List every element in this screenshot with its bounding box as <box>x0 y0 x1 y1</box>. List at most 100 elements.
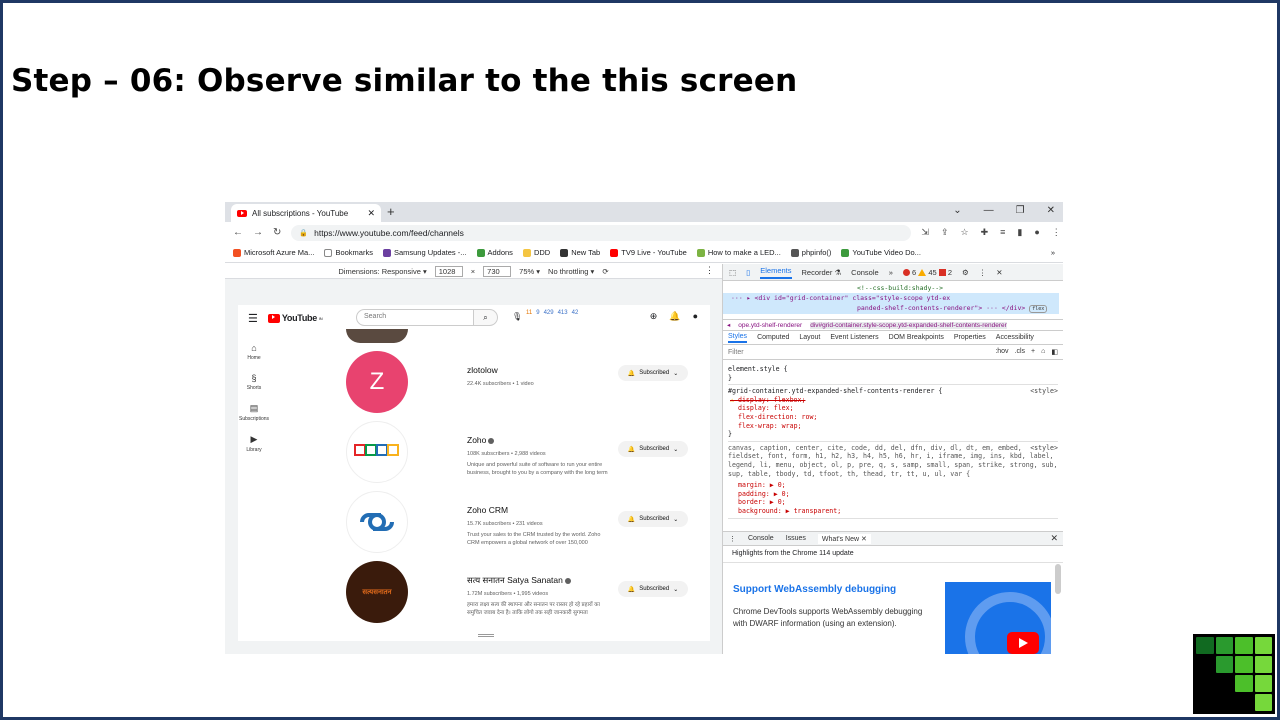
search-input[interactable]: Search <box>356 309 474 326</box>
channel-avatar[interactable]: सत्यसनातन <box>346 561 408 623</box>
subtab-layout[interactable]: Layout <box>799 334 820 341</box>
inspect-icon[interactable]: ⬚ <box>729 268 736 277</box>
issues-counter[interactable]: 6 45 2 <box>902 268 952 277</box>
avatar[interactable]: ● <box>693 311 698 322</box>
element-style-rule[interactable]: element.style {} <box>728 363 1058 386</box>
cls-toggle[interactable]: .cls <box>1015 348 1026 356</box>
zoom-select[interactable]: 75% ▾ <box>519 267 540 276</box>
drawer-scrollbar[interactable] <box>1055 564 1061 594</box>
share-icon[interactable]: ⇪ <box>941 227 949 238</box>
reload-icon[interactable]: ↻ <box>273 227 281 238</box>
list-item[interactable]: सत्यसनातन सत्य सनातन Satya Sanatan 1.72M s… <box>338 561 698 625</box>
subtab-dom-breakpoints[interactable]: DOM Breakpoints <box>889 334 944 341</box>
url-bar[interactable]: 🔒 https://www.youtube.com/feed/channels <box>291 224 912 241</box>
hov-toggle[interactable]: :hov <box>995 348 1008 356</box>
youtube-logo[interactable]: YouTube IN <box>267 313 323 323</box>
restore-icon[interactable]: ❐ <box>1016 205 1025 216</box>
bookmark-item[interactable]: Microsoft Azure Ma... <box>233 248 314 257</box>
devtools-menu-icon[interactable]: ⋮ <box>979 268 987 277</box>
sidebar-toggle-icon[interactable]: ◧ <box>1051 348 1058 356</box>
rotate-icon[interactable]: ⟳ <box>602 267 608 276</box>
resize-handle[interactable] <box>478 634 494 637</box>
dimensions-select[interactable]: Dimensions: Responsive ▾ <box>338 267 426 276</box>
paint-icon[interactable]: ⌂ <box>1041 348 1045 356</box>
subtab-accessibility[interactable]: Accessibility <box>996 334 1034 341</box>
new-rule-icon[interactable]: + <box>1031 348 1035 356</box>
dom-selected-node[interactable]: ··· ▸ <div id="grid-container" class="st… <box>723 293 1059 303</box>
subscribed-button[interactable]: 🔔 Subscribed ⌄ <box>618 581 688 597</box>
settings-gear-icon[interactable]: ⚙ <box>962 268 969 277</box>
minimize-icon[interactable]: — <box>984 205 994 216</box>
star-icon[interactable]: ☆ <box>960 227 968 238</box>
channel-name[interactable]: Zoho <box>467 435 495 445</box>
back-icon[interactable]: ← <box>233 227 243 238</box>
close-tab-icon[interactable]: ✕ <box>367 208 375 219</box>
close-window-icon[interactable]: ✕ <box>1047 205 1055 216</box>
sidebar-item-library[interactable]: ▶ Library <box>238 434 270 453</box>
close-drawer-icon[interactable]: ✕ <box>1050 533 1058 544</box>
device-more-icon[interactable]: ⋮ <box>705 265 714 276</box>
hamburger-icon[interactable]: ☰ <box>248 312 258 325</box>
profile-icon[interactable]: ● <box>1034 227 1039 238</box>
channel-name[interactable]: सत्य सनातन Satya Sanatan <box>467 575 571 586</box>
bookmark-item[interactable]: YouTube Video Do... <box>841 248 921 257</box>
reset-rule[interactable]: <style> canvas, caption, center, cite, co… <box>728 442 1058 519</box>
menu-icon[interactable]: ⋮ <box>1052 227 1061 238</box>
sidepanel-icon[interactable]: ▮ <box>1017 227 1022 238</box>
subscribed-button[interactable]: 🔔 Subscribed ⌄ <box>618 365 688 381</box>
create-icon[interactable]: ⊕ <box>650 311 658 322</box>
device-toggle-icon[interactable]: ▯ <box>746 268 750 277</box>
filter-input[interactable]: Filter <box>728 349 744 356</box>
breadcrumb-item-current[interactable]: div#grid-container.style-scope.ytd-expan… <box>810 321 1007 329</box>
sidebar-item-shorts[interactable]: § Shorts <box>238 373 270 391</box>
bookmark-item[interactable]: Samsung Updates -... <box>382 248 467 257</box>
drawer-menu-icon[interactable]: ⋮ <box>729 535 736 543</box>
channel-avatar[interactable] <box>346 421 408 483</box>
tab-elements[interactable]: Elements <box>760 266 792 279</box>
height-input[interactable]: 730 <box>483 265 512 277</box>
subscribed-button[interactable]: 🔔 Subscribed ⌄ <box>618 511 688 527</box>
microphone-icon[interactable]: 🎙 <box>512 312 522 321</box>
subtab-styles[interactable]: Styles <box>728 333 748 343</box>
install-icon[interactable]: ⇲ <box>921 227 929 238</box>
browser-tab[interactable]: All subscriptions - YouTube ✕ <box>231 204 381 222</box>
close-devtools-icon[interactable]: ✕ <box>996 268 1002 277</box>
list-item[interactable]: Zzlotolow 22.4K subscribers • 1 video 🔔 Sub… <box>338 351 698 415</box>
grid-container-rule[interactable]: <style> #grid-container.ytd-expanded-shel… <box>728 385 1058 442</box>
bookmark-item[interactable]: phpinfo() <box>790 248 831 257</box>
list-item[interactable]: Zoho CRM 15.7K subscribers • 231 videos Tr… <box>338 491 698 555</box>
whatsnew-video-thumbnail[interactable] <box>945 582 1051 654</box>
extensions-icon[interactable]: ✚ <box>981 227 989 238</box>
subtab-computed[interactable]: Computed <box>757 334 789 341</box>
channel-avatar[interactable]: Z <box>346 351 408 413</box>
bookmark-item[interactable]: Addons <box>476 248 513 257</box>
channel-name[interactable]: Zoho CRM <box>467 505 508 515</box>
tab-console[interactable]: Console <box>851 268 879 277</box>
dom-selected-node-cont[interactable]: panded-shelf-contents-renderer"> ··· </d… <box>723 303 1059 314</box>
new-tab-button[interactable]: + <box>387 204 395 219</box>
subtab-properties[interactable]: Properties <box>954 334 986 341</box>
bookmark-item[interactable]: DDD <box>522 248 550 257</box>
subtab-event-listeners[interactable]: Event Listeners <box>830 334 878 341</box>
tab-search-icon[interactable]: ⌄ <box>953 205 961 216</box>
subscribed-button[interactable]: 🔔 Subscribed ⌄ <box>618 441 688 457</box>
lock-icon[interactable]: 🔒 <box>299 229 308 237</box>
throttle-select[interactable]: No throttling ▾ <box>548 267 594 276</box>
crumb-prev-icon[interactable]: ◂ <box>727 321 730 329</box>
drawer-tab-whatsnew[interactable]: What's New ✕ <box>817 533 871 544</box>
tab-recorder[interactable]: Recorder ⚗ <box>802 268 842 277</box>
drawer-tab-issues[interactable]: Issues <box>786 535 806 542</box>
forward-icon[interactable]: → <box>253 227 263 238</box>
bookmark-item[interactable]: TV9 Live - YouTube <box>610 248 687 257</box>
sidebar-item-subscriptions[interactable]: ▤ Subscriptions <box>238 403 270 422</box>
whatsnew-title[interactable]: Support WebAssembly debugging <box>733 584 896 595</box>
channel-avatar[interactable] <box>346 491 408 553</box>
notifications-icon[interactable]: 🔔 <box>669 311 680 322</box>
sidebar-item-home[interactable]: ⌂ Home <box>238 343 270 361</box>
search-icon[interactable]: ⌕ <box>474 309 498 326</box>
bookmark-item[interactable]: How to make a LED... <box>696 248 781 257</box>
bookmark-item[interactable]: Bookmarks <box>324 248 373 257</box>
list-item[interactable]: Zoho 108K subscribers • 2,988 videos Uniqu… <box>338 421 698 485</box>
channel-name[interactable]: zlotolow <box>467 365 498 375</box>
media-icon[interactable]: ≡ <box>1000 227 1005 238</box>
